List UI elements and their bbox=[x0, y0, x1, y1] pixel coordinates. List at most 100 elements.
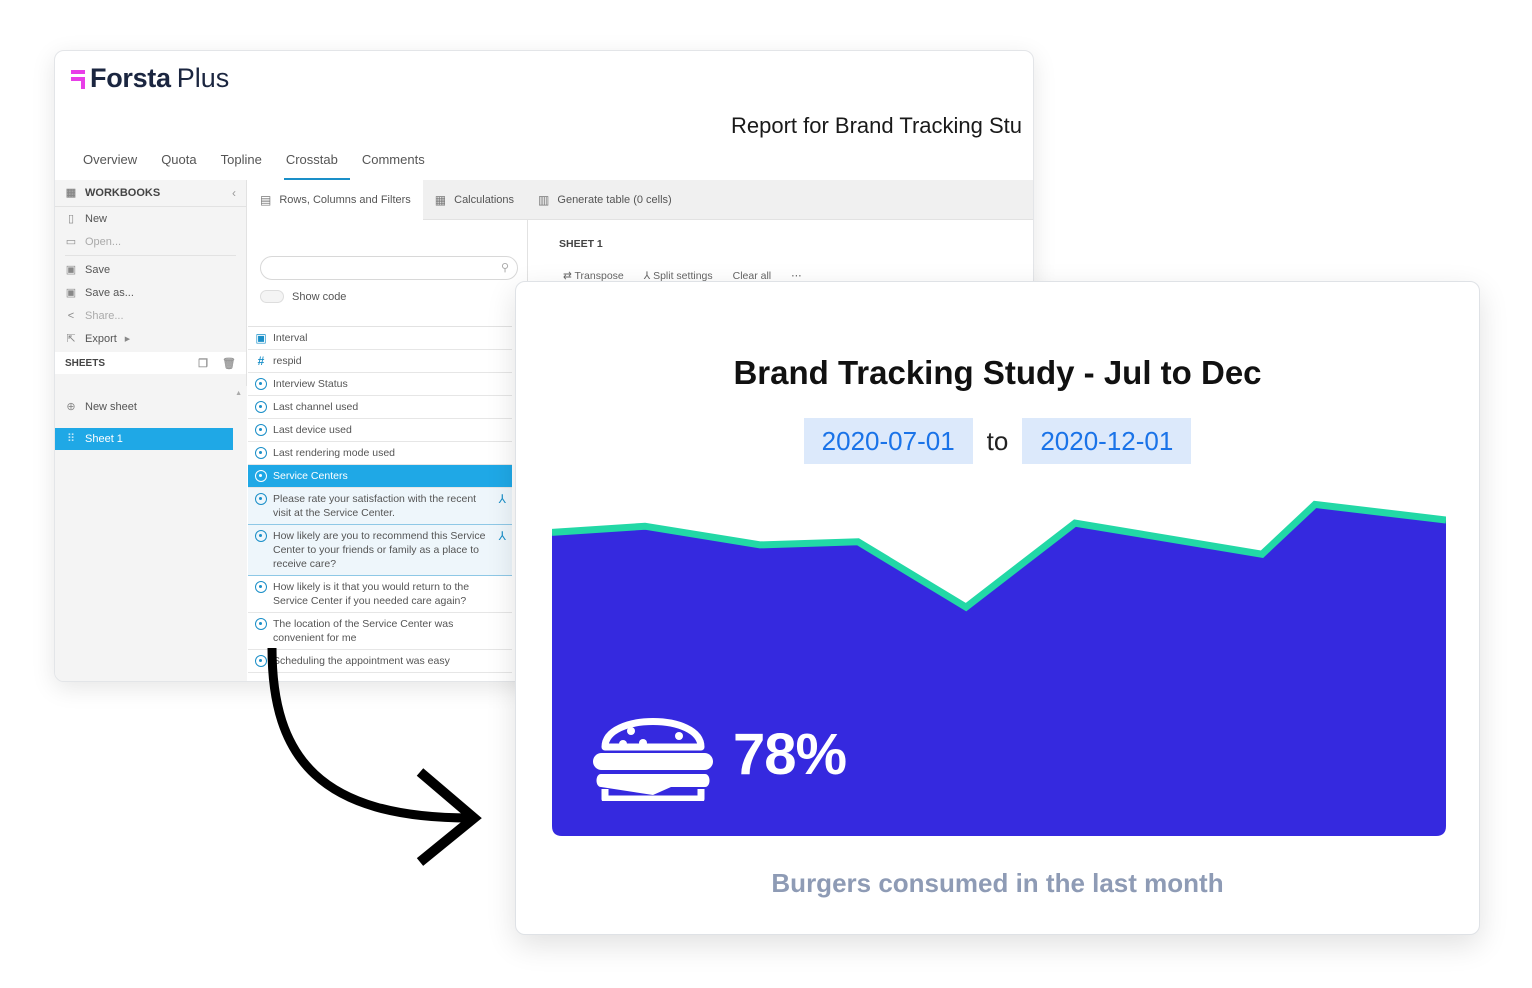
calendar-icon: ▣ bbox=[255, 331, 267, 345]
scroll-up-icon[interactable]: ▲ bbox=[235, 390, 242, 397]
crosstab-tabs: ▤ Rows, Columns and Filters ▦ Calculatio… bbox=[248, 180, 1033, 220]
list-item[interactable]: How likely are you to recommend this Ser… bbox=[248, 525, 512, 576]
single-choice-icon bbox=[255, 424, 267, 436]
drag-handle-icon[interactable]: ⠿ bbox=[65, 433, 77, 445]
list-item[interactable]: Last channel used bbox=[248, 396, 512, 419]
workbook-icon: ▦ bbox=[65, 187, 77, 199]
single-choice-icon bbox=[255, 493, 267, 505]
tab-generate-table[interactable]: ▥ Generate table (0 cells) bbox=[526, 180, 684, 220]
share-icon: < bbox=[67, 309, 75, 322]
plus-circle-icon: ⊕ bbox=[66, 401, 76, 413]
list-item-selected[interactable]: Service Centers bbox=[248, 465, 512, 488]
split-icon[interactable]: ⅄ bbox=[499, 492, 506, 506]
workbooks-header: ▦ WORKBOOKS ‹ bbox=[55, 180, 246, 207]
sidebar-item-open[interactable]: ▭ Open... bbox=[55, 230, 246, 253]
sidebar-item-label: Open... bbox=[85, 235, 122, 248]
new-sheet-label: New sheet bbox=[85, 401, 137, 413]
save-as-icon: ▣ bbox=[65, 286, 77, 299]
nav-comments[interactable]: Comments bbox=[350, 151, 437, 180]
sheet-title: SHEET 1 bbox=[559, 238, 603, 250]
file-icon: ▯ bbox=[67, 212, 75, 225]
table-rows-icon: ▤ bbox=[260, 193, 272, 207]
export-icon: ⇱ bbox=[66, 332, 76, 345]
tab-calculations[interactable]: ▦ Calculations bbox=[423, 180, 526, 220]
burger-icon bbox=[593, 718, 713, 801]
workbooks-sidebar: ▦ WORKBOOKS ‹ ▯ New ▭ Open... ▣ Save ▣ S… bbox=[55, 180, 247, 681]
tab-rows-columns-filters[interactable]: ▤ Rows, Columns and Filters bbox=[248, 180, 423, 220]
forsta-logo: Forsta Plus bbox=[71, 63, 229, 94]
list-item[interactable]: # respid bbox=[248, 350, 512, 373]
sheet-item[interactable]: ⠿ Sheet 1 bbox=[55, 428, 233, 450]
sidebar-item-export[interactable]: ⇱ Export ▶ bbox=[55, 327, 246, 350]
tab-label: Generate table (0 cells) bbox=[557, 194, 672, 206]
variable-list: ▣ Interval # respid Interview Status Las… bbox=[248, 326, 512, 673]
brand-tracking-card: Brand Tracking Study - Jul to Dec 2020-0… bbox=[515, 281, 1480, 935]
show-code-label: Show code bbox=[292, 290, 347, 303]
nav-quota[interactable]: Quota bbox=[149, 151, 208, 180]
list-item[interactable]: The location of the Service Center was c… bbox=[248, 613, 512, 650]
nav-crosstab[interactable]: Crosstab bbox=[274, 151, 350, 180]
sidebar-item-share[interactable]: < Share... bbox=[55, 304, 246, 327]
table-icon: ▥ bbox=[538, 193, 550, 207]
sidebar-item-new[interactable]: ▯ New bbox=[55, 207, 246, 230]
divider bbox=[65, 255, 236, 256]
sidebar-item-label: Share... bbox=[85, 309, 124, 322]
delete-sheet-icon[interactable]: 🗑︎ bbox=[222, 357, 236, 370]
logo-product: Plus bbox=[176, 63, 230, 93]
single-choice-icon bbox=[255, 447, 267, 459]
duplicate-sheet-icon[interactable]: ❐ bbox=[198, 357, 208, 370]
stat: 78% bbox=[591, 707, 847, 801]
logo-brand: Forsta bbox=[90, 63, 171, 93]
list-item[interactable]: Please rate your satisfaction with the r… bbox=[248, 488, 512, 525]
list-item[interactable]: How likely is it that you would return t… bbox=[248, 576, 512, 613]
tab-label: Calculations bbox=[454, 194, 515, 206]
show-code-toggle[interactable] bbox=[260, 290, 284, 303]
nav-topline[interactable]: Topline bbox=[209, 151, 274, 180]
sidebar-item-save-as[interactable]: ▣ Save as... bbox=[55, 281, 246, 304]
workbooks-label: WORKBOOKS bbox=[85, 187, 161, 199]
submenu-arrow-icon: ▶ bbox=[124, 335, 131, 343]
stat-value: 78% bbox=[733, 721, 847, 787]
tab-label: Rows, Columns and Filters bbox=[279, 194, 411, 206]
sidebar-item-label: Save bbox=[85, 263, 111, 276]
forsta-logo-mark-icon bbox=[71, 68, 87, 90]
curved-arrow-icon bbox=[267, 648, 482, 866]
variables-panel: ⚲ Show code ▣ Interval # respid Intervie… bbox=[248, 220, 528, 681]
date-separator: to bbox=[986, 425, 1009, 456]
list-item[interactable]: Last rendering mode used bbox=[248, 442, 512, 465]
sheet-label: Sheet 1 bbox=[85, 433, 123, 445]
single-choice-icon bbox=[255, 470, 267, 482]
single-choice-icon bbox=[255, 581, 267, 593]
list-item[interactable]: ▣ Interval bbox=[248, 327, 512, 350]
main-nav: Overview Quota Topline Crosstab Comments bbox=[71, 151, 437, 180]
single-choice-icon bbox=[255, 378, 267, 390]
single-choice-icon bbox=[255, 618, 267, 630]
single-choice-icon bbox=[255, 530, 267, 542]
sidebar-item-save[interactable]: ▣ Save bbox=[55, 258, 246, 281]
date-range: 2020-07-01 to 2020-12-01 bbox=[516, 418, 1479, 464]
nav-overview[interactable]: Overview bbox=[71, 151, 149, 180]
calculator-icon: ▦ bbox=[434, 193, 447, 207]
chart-caption: Burgers consumed in the last month bbox=[771, 868, 1224, 898]
show-code-row: Show code bbox=[260, 290, 346, 303]
hash-icon: # bbox=[257, 354, 265, 368]
sidebar-item-label: Save as... bbox=[85, 286, 134, 299]
sidebar-item-label: Export bbox=[85, 332, 117, 345]
new-sheet-button[interactable]: ⊕ New sheet bbox=[55, 394, 247, 420]
collapse-chevron-icon[interactable]: ‹ bbox=[232, 186, 236, 200]
card-title: Brand Tracking Study - Jul to Dec bbox=[733, 354, 1262, 391]
folder-icon: ▭ bbox=[65, 235, 77, 248]
list-item[interactable]: Last device used bbox=[248, 419, 512, 442]
single-choice-icon bbox=[255, 401, 267, 413]
variable-search-input[interactable]: ⚲ bbox=[260, 256, 518, 280]
sheets-label: SHEETS bbox=[65, 357, 106, 369]
save-icon: ▣ bbox=[65, 263, 77, 276]
sheets-list: ⊕ New sheet ⠿ Sheet 1 bbox=[55, 386, 247, 681]
date-to[interactable]: 2020-12-01 bbox=[1022, 418, 1192, 464]
sidebar-item-label: New bbox=[85, 212, 108, 225]
split-icon[interactable]: ⅄ bbox=[499, 529, 506, 543]
report-title: Report for Brand Tracking Stu bbox=[731, 113, 1023, 138]
list-item[interactable]: Interview Status bbox=[248, 373, 512, 396]
date-from[interactable]: 2020-07-01 bbox=[803, 418, 973, 464]
sheets-header: SHEETS ❐ 🗑︎ bbox=[55, 352, 246, 374]
